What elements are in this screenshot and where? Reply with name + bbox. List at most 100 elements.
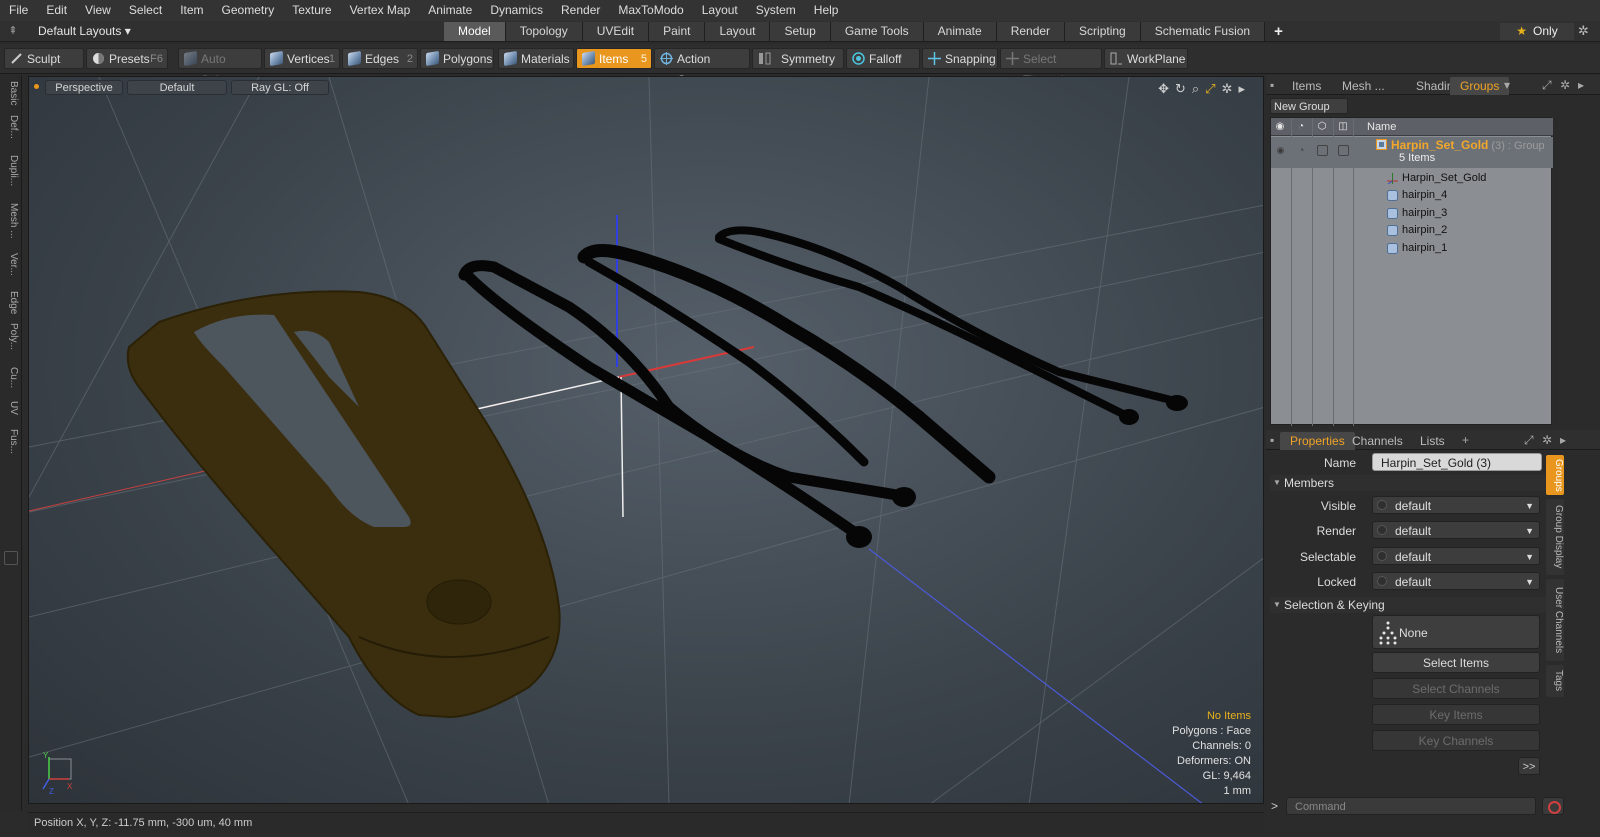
side-tab-tags[interactable]: Tags	[1546, 665, 1564, 697]
left-tab-uv[interactable]: UV	[3, 401, 19, 415]
tree-item-hairpin-3[interactable]: hairpin_3	[1353, 206, 1553, 223]
tab-model[interactable]: Model	[444, 22, 506, 41]
rotate-icon[interactable]: ↻	[1175, 81, 1186, 97]
select-items-button[interactable]: Select Items	[1372, 652, 1540, 673]
tab-render[interactable]: Render	[996, 22, 1066, 41]
tab-items[interactable]: Items	[1282, 77, 1331, 95]
selectable-dropdown[interactable]: default ▼	[1372, 547, 1540, 565]
tree-item-hairpin-1[interactable]: hairpin_1	[1353, 241, 1553, 258]
tab-scripting[interactable]: Scripting	[1065, 22, 1141, 41]
pan-icon[interactable]: ✥	[1158, 81, 1169, 97]
tab-schematic-fusion[interactable]: Schematic Fusion	[1140, 22, 1266, 41]
select-channels-button[interactable]: Select Channels	[1372, 678, 1540, 699]
snapping-button[interactable]: Snapping	[922, 48, 998, 69]
zoom-icon[interactable]: ⌕	[1192, 81, 1199, 97]
visibility-toggle-icon[interactable]: ◉	[1275, 145, 1286, 156]
left-tab-deform[interactable]: Def...	[3, 115, 19, 139]
menu-help[interactable]: Help	[805, 0, 848, 21]
scene-canvas[interactable]	[29, 77, 1264, 804]
vertices-button[interactable]: Vertices 1	[264, 48, 340, 69]
tab-paint[interactable]: Paint	[649, 22, 706, 41]
left-tab-basic[interactable]: Basic	[3, 81, 19, 105]
panel-menu-icon[interactable]: ▪	[1270, 78, 1274, 92]
side-tab-user-channels[interactable]: User Channels	[1546, 579, 1564, 661]
workplane-button[interactable]: WorkPlane	[1104, 48, 1188, 69]
hairpin-2-path[interactable]	[577, 244, 996, 484]
items-button[interactable]: Items 5	[576, 48, 652, 69]
locked-dropdown[interactable]: default ▼	[1372, 572, 1540, 590]
none-button[interactable]: None	[1372, 615, 1540, 649]
3d-viewport[interactable]: Perspective Default Ray GL: Off ✥ ↻ ⌕ ⤢ …	[28, 76, 1264, 804]
materials-button[interactable]: Materials	[498, 48, 574, 69]
falloff-button[interactable]: Falloff	[846, 48, 920, 69]
left-tab-curve[interactable]: Cu...	[3, 367, 19, 388]
tab-layout[interactable]: Layout	[705, 22, 771, 41]
hairpin-1-path[interactable]	[458, 260, 915, 503]
menu-file[interactable]: File	[0, 0, 37, 21]
group-row[interactable]: ◉ ◔ Harpin_Set_Gold (3) : Group 5 Items	[1271, 137, 1553, 168]
panel-settings-icon[interactable]: ✲	[1560, 78, 1570, 92]
polygons-button[interactable]: Polygons	[420, 48, 494, 69]
tab-groups[interactable]: Groups	[1450, 77, 1510, 95]
menu-render[interactable]: Render	[552, 0, 609, 21]
hair-clip-model[interactable]	[126, 290, 561, 719]
menu-view[interactable]: View	[76, 0, 120, 21]
gear-icon[interactable]: ✲	[1578, 23, 1589, 39]
menu-geometry[interactable]: Geometry	[213, 0, 284, 21]
view-type-dropdown[interactable]: Perspective	[45, 80, 123, 95]
presets-button[interactable]: Presets F6	[86, 48, 168, 69]
panel-expand-icon[interactable]: ▸	[1578, 78, 1584, 92]
shading-style-dropdown[interactable]: Default	[127, 80, 227, 95]
left-tab-mesh[interactable]: Mesh ...	[3, 203, 19, 239]
menu-texture[interactable]: Texture	[283, 0, 340, 21]
name-column-header[interactable]: Name	[1367, 121, 1396, 133]
members-section[interactable]: ▼ Members	[1270, 475, 1552, 491]
visible-dropdown[interactable]: default ▼	[1372, 496, 1540, 514]
tree-item-hairpin-4[interactable]: hairpin_4	[1353, 188, 1553, 205]
left-tab-fusion[interactable]: Fus...	[3, 429, 19, 454]
tree-item-locator[interactable]: Harpin_Set_Gold	[1353, 171, 1553, 188]
menu-dynamics[interactable]: Dynamics	[481, 0, 552, 21]
edges-button[interactable]: Edges 2	[342, 48, 418, 69]
chevron-down-icon[interactable]: ▾	[1504, 78, 1510, 92]
tree-item-hairpin-2[interactable]: hairpin_2	[1353, 223, 1553, 240]
tab-setup[interactable]: Setup	[770, 22, 831, 41]
menu-system[interactable]: System	[747, 0, 805, 21]
tab-uvedit[interactable]: UVEdit	[582, 22, 650, 41]
add-tab-icon[interactable]: +	[1265, 22, 1292, 41]
select-through-button[interactable]: Select Through	[1000, 48, 1102, 87]
menu-select[interactable]: Select	[120, 0, 171, 21]
group-name-input[interactable]: Harpin_Set_Gold (3)	[1372, 453, 1542, 471]
viewport-menu-icon[interactable]	[34, 84, 39, 89]
maximize-icon[interactable]: ⤢	[1542, 78, 1552, 93]
command-input[interactable]: Command	[1286, 797, 1536, 815]
tab-animate[interactable]: Animate	[923, 22, 997, 41]
new-group-button[interactable]: New Group	[1270, 98, 1348, 114]
viewport-expand-icon[interactable]: ▸	[1238, 81, 1245, 97]
side-tab-group-display[interactable]: Group Display	[1546, 499, 1564, 575]
tree-scrollbar[interactable]	[1553, 117, 1559, 425]
raygl-toggle[interactable]: Ray GL: Off	[231, 80, 329, 95]
render-toggle-icon[interactable]: ◔	[1296, 145, 1307, 156]
pin-icon[interactable]: ⇞	[6, 24, 20, 38]
left-tab-expand-button[interactable]	[4, 551, 18, 565]
more-button[interactable]: >>	[1518, 757, 1540, 775]
key-channels-button[interactable]: Key Channels	[1372, 730, 1540, 751]
menu-maxtomodo[interactable]: MaxToModo	[609, 0, 692, 21]
left-tab-edge[interactable]: Edge	[3, 291, 19, 314]
tab-topology[interactable]: Topology	[505, 22, 583, 41]
hairpin-3-path[interactable]	[715, 226, 1183, 406]
menu-item[interactable]: Item	[171, 0, 212, 21]
menu-vertex-map[interactable]: Vertex Map	[341, 0, 420, 21]
selection-keying-section[interactable]: ▼ Selection & Keying	[1270, 597, 1552, 613]
left-tab-duplicate[interactable]: Dupli...	[3, 155, 19, 186]
menu-layout[interactable]: Layout	[693, 0, 747, 21]
left-tab-vertex[interactable]: Ver...	[3, 253, 19, 276]
left-tab-polygon[interactable]: Poly...	[3, 323, 19, 350]
hairpins-model[interactable]	[458, 226, 1188, 548]
viewport-settings-icon[interactable]: ✲	[1222, 81, 1233, 97]
tab-game-tools[interactable]: Game Tools	[830, 22, 924, 41]
action-center-button[interactable]: Action Center	[654, 48, 750, 87]
render-dropdown[interactable]: default ▼	[1372, 521, 1540, 539]
lock-toggle-icon[interactable]	[1317, 145, 1328, 156]
